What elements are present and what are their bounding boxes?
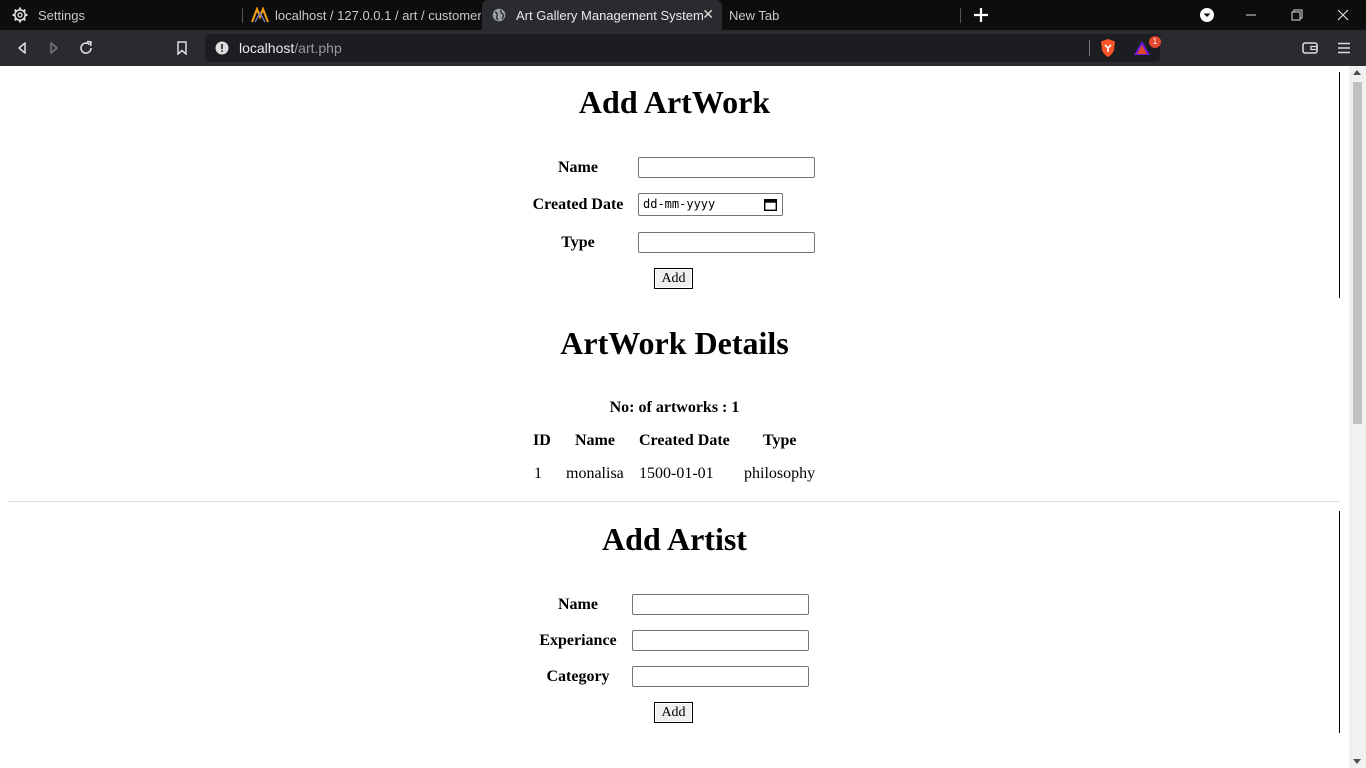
close-window-button[interactable] [1320,0,1366,30]
frame-border-bottom [1339,511,1340,733]
phpmyadmin-icon [251,7,269,23]
page-viewport: Add ArtWork Name Created Date dd-mm-yyyy… [0,66,1366,768]
address-bar[interactable]: localhost/art.php 1 [205,34,1161,62]
tab-separator [960,8,961,23]
calendar-icon[interactable] [764,198,777,211]
tab-settings[interactable]: Settings [0,0,240,30]
artwork-details-title: ArtWork Details [560,325,789,361]
restore-button[interactable] [1274,0,1320,30]
add-artwork-title: Add ArtWork [578,84,771,120]
tab-phpmyadmin[interactable]: localhost / 127.0.0.1 / art / customer | [243,0,481,30]
artist-name-label: Name [558,596,598,613]
column-header-name: Name [575,432,615,449]
back-button[interactable] [10,36,34,60]
artwork-type-input[interactable] [638,232,815,253]
artist-category-label: Category [546,668,610,685]
close-icon[interactable]: ✕ [702,6,714,23]
artwork-count: No: of artworks : 1 [609,399,740,416]
brave-shield-icon[interactable] [1099,38,1117,58]
minimize-icon [1245,9,1257,21]
info-icon[interactable] [215,41,229,55]
tab-search-button[interactable] [1184,0,1230,30]
tab-label: Settings [38,7,85,23]
forward-arrow-icon [47,41,61,55]
vertical-scrollbar[interactable] [1349,66,1366,768]
hamburger-menu-icon [1337,41,1351,55]
artist-experience-input[interactable] [632,630,809,651]
cell-created-date: 1500-01-01 [639,465,714,482]
scrollbar-thumb[interactable] [1353,82,1362,424]
artwork-date-input[interactable]: dd-mm-yyyy [638,193,783,216]
rewards-badge: 1 [1149,36,1161,48]
tab-label: localhost / 127.0.0.1 / art / customer | [275,7,481,23]
tab-new-tab[interactable]: New Tab [723,0,959,30]
frame-border-top [1339,72,1340,298]
chevron-down-icon [1199,7,1215,23]
tab-art-gallery[interactable]: Art Gallery Management System ✕ [482,0,722,30]
artist-name-input[interactable] [632,594,809,615]
add-artist-button[interactable]: Add [654,702,693,723]
add-artwork-button[interactable]: Add [654,268,693,289]
artwork-name-input[interactable] [638,157,815,178]
bookmark-icon [176,41,188,55]
scroll-down-arrow-icon[interactable] [1353,759,1361,764]
column-header-id: ID [533,432,551,449]
artwork-type-label: Type [561,234,595,251]
url-host: localhost [239,40,295,56]
scroll-up-arrow-icon[interactable] [1353,70,1361,75]
tab-label: New Tab [729,7,780,23]
restore-icon [1291,9,1303,21]
reload-icon [78,40,94,56]
artwork-name-label: Name [558,159,598,176]
artist-category-input[interactable] [632,666,809,687]
reload-button[interactable] [74,36,98,60]
cell-type: philosophy [744,465,816,482]
back-arrow-icon [15,41,29,55]
column-header-type: Type [763,432,797,449]
wallet-icon [1302,41,1318,55]
url-path: /art.php [294,40,342,56]
globe-icon [492,8,506,22]
forward-button[interactable] [42,36,66,60]
tab-label: Art Gallery Management System [516,7,704,23]
new-tab-button[interactable] [968,2,994,28]
gear-icon [12,7,28,23]
browser-toolbar: localhost/art.php 1 [0,30,1366,66]
bookmark-button[interactable] [170,36,194,60]
tab-strip: Settings localhost / 127.0.0.1 / art / c… [0,0,1366,30]
wallet-button[interactable] [1298,36,1322,60]
minimize-button[interactable] [1228,0,1274,30]
artwork-date-label: Created Date [532,196,624,213]
close-icon [1337,9,1349,21]
cell-id: 1 [534,465,542,482]
cell-name: monalisa [566,465,624,482]
menu-button[interactable] [1332,36,1356,60]
add-artist-title: Add Artist [602,521,747,557]
artist-experience-label: Experiance [539,632,617,649]
column-header-created-date: Created Date [639,432,730,449]
url-text: localhost/art.php [239,40,342,56]
date-placeholder: dd-mm-yyyy [643,197,716,211]
section-divider [8,501,1340,502]
address-divider [1089,40,1090,56]
